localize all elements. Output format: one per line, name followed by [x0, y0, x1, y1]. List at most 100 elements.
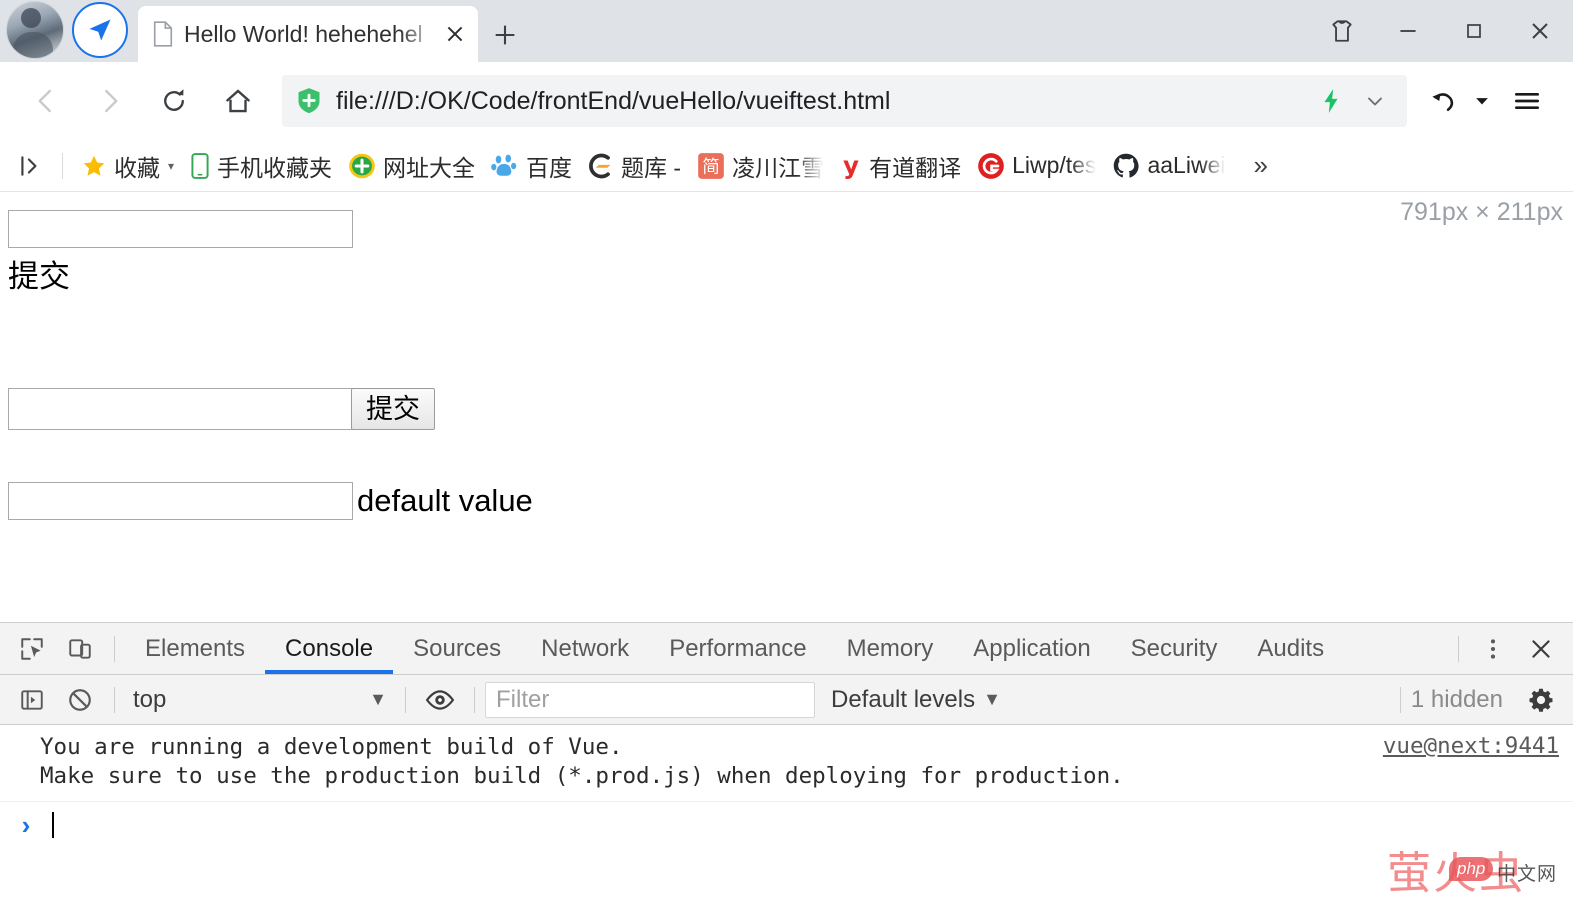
- phone-icon: [190, 152, 210, 179]
- form-row-1: 提交: [8, 210, 353, 292]
- chevron-down-icon[interactable]: [1353, 79, 1397, 123]
- text-input-3[interactable]: [8, 482, 353, 520]
- browser-window: Hello World! hehehehel file:///D:/OK/Cod…: [0, 0, 1573, 903]
- text-input-1[interactable]: [8, 210, 353, 248]
- divider: [114, 635, 115, 662]
- home-icon[interactable]: [206, 73, 270, 129]
- clear-console-icon[interactable]: [56, 678, 104, 722]
- caret-down-icon: ▼: [983, 689, 1001, 709]
- close-icon[interactable]: [1517, 627, 1565, 671]
- browser-toolbar: file:///D:/OK/Code/frontEnd/vueHello/vue…: [0, 62, 1573, 140]
- toolbar-right-actions: [1417, 73, 1559, 129]
- text-input-2[interactable]: [8, 388, 353, 430]
- browser-tab[interactable]: Hello World! hehehehel: [138, 6, 478, 62]
- submit-label-text: 提交: [8, 259, 70, 294]
- g-logo-icon: [977, 152, 1005, 180]
- devtools-panel: Elements Console Sources Network Perform…: [0, 622, 1573, 892]
- tab-elements[interactable]: Elements: [125, 623, 265, 674]
- bookmarks-overflow-button[interactable]: »: [1245, 150, 1275, 181]
- tab-performance[interactable]: Performance: [649, 623, 826, 674]
- divider: [474, 686, 475, 713]
- bookmark-item-aaliwei[interactable]: aaLiwei: [1104, 146, 1233, 186]
- tab-network[interactable]: Network: [521, 623, 649, 674]
- new-tab-button[interactable]: [478, 8, 532, 62]
- tab-memory[interactable]: Memory: [827, 623, 954, 674]
- star-icon: [81, 153, 107, 179]
- tab-console[interactable]: Console: [265, 623, 394, 674]
- avatar[interactable]: [6, 1, 64, 59]
- hamburger-menu-icon[interactable]: [1495, 73, 1559, 129]
- bookmark-item-hao123[interactable]: 网址大全: [340, 146, 483, 186]
- console-filter-input[interactable]: Filter: [485, 681, 815, 718]
- bookmark-item-liwp-test[interactable]: Liwp/tes: [969, 146, 1104, 186]
- execution-context-select[interactable]: top ▼: [125, 681, 395, 719]
- live-expression-eye-icon[interactable]: [416, 678, 464, 722]
- caret-down-icon: ▼: [369, 689, 387, 709]
- window-controls: [1309, 0, 1573, 62]
- reload-icon[interactable]: [142, 73, 206, 129]
- bookmarks-bar: 收藏 ▾ 手机收藏夹 网址大全 百度 题库 - 简 凌川江雪 y 有道翻译 Li…: [0, 140, 1573, 192]
- vertical-dots-icon[interactable]: [1469, 627, 1517, 671]
- bookmark-item-tiku[interactable]: 题库 -: [580, 146, 689, 186]
- prompt-arrow-icon: ›: [21, 809, 31, 840]
- console-source-link[interactable]: vue@next:9441: [1383, 733, 1559, 759]
- inspect-cursor-icon[interactable]: [8, 627, 56, 671]
- bookmark-label: Liwp/tes: [1012, 152, 1097, 178]
- divider: [62, 152, 63, 179]
- submit-button[interactable]: 提交: [351, 388, 435, 430]
- tab-security[interactable]: Security: [1111, 623, 1238, 674]
- page-icon: [152, 21, 174, 47]
- github-icon: [1112, 152, 1140, 180]
- console-message[interactable]: You are running a development build of V…: [0, 725, 1573, 802]
- undo-icon[interactable]: [1417, 73, 1469, 129]
- device-toolbar-icon[interactable]: [56, 627, 104, 671]
- lightning-icon[interactable]: [1309, 79, 1353, 123]
- close-icon[interactable]: [438, 17, 472, 51]
- devtools-tabbar: Elements Console Sources Network Perform…: [0, 623, 1573, 675]
- tab-application[interactable]: Application: [953, 623, 1110, 674]
- form-row-2: 提交: [8, 388, 435, 430]
- bookmark-item-youdao[interactable]: y 有道翻译: [832, 146, 969, 186]
- baidu-paw-icon: [491, 153, 519, 179]
- bookmark-label: 题库 -: [621, 154, 682, 181]
- execution-context-value: top: [133, 685, 167, 713]
- svg-text:简: 简: [702, 157, 720, 177]
- bookmark-item-favorites[interactable]: 收藏 ▾: [73, 146, 182, 186]
- sidebar-toggle-icon[interactable]: [8, 146, 52, 186]
- caret-down-icon[interactable]: [1469, 73, 1495, 129]
- divider: [114, 686, 115, 713]
- caret-down-icon[interactable]: ▾: [168, 159, 174, 173]
- bookmark-item-jianshu[interactable]: 简 凌川江雪: [689, 146, 832, 186]
- log-levels-select[interactable]: Default levels ▼: [831, 686, 1001, 714]
- hidden-messages-count[interactable]: 1 hidden: [1411, 686, 1503, 714]
- tab-audits[interactable]: Audits: [1237, 623, 1344, 674]
- close-icon[interactable]: [1507, 0, 1573, 62]
- forward-icon[interactable]: [78, 73, 142, 129]
- bookmark-label: 凌川江雪: [732, 154, 825, 181]
- log-levels-label: Default levels: [831, 685, 976, 713]
- console-sidebar-icon[interactable]: [8, 678, 56, 722]
- address-bar-url[interactable]: file:///D:/OK/Code/frontEnd/vueHello/vue…: [336, 87, 1309, 116]
- back-icon[interactable]: [14, 73, 78, 129]
- tshirt-icon[interactable]: [1309, 0, 1375, 62]
- plus-circle-icon: [348, 152, 376, 180]
- form-row-3: default value: [8, 482, 533, 520]
- green-shield-plus-icon: [296, 87, 322, 115]
- maximize-icon[interactable]: [1441, 0, 1507, 62]
- title-bar: Hello World! hehehehel: [0, 0, 1573, 62]
- bookmark-item-mobile-favorites[interactable]: 手机收藏夹: [182, 146, 340, 186]
- minimize-icon[interactable]: [1375, 0, 1441, 62]
- c-logo-icon: [588, 152, 614, 180]
- viewport-size-indicator: 791px × 211px: [1400, 198, 1563, 226]
- bookmark-label: 收藏: [114, 154, 160, 181]
- browser-logo-icon[interactable]: [72, 2, 128, 58]
- divider: [1458, 635, 1459, 662]
- console-toolbar: top ▼ Filter Default levels ▼ 1 hidden: [0, 675, 1573, 725]
- tab-sources[interactable]: Sources: [393, 623, 521, 674]
- address-bar[interactable]: file:///D:/OK/Code/frontEnd/vueHello/vue…: [282, 75, 1407, 127]
- console-prompt[interactable]: ›: [0, 802, 1573, 848]
- console-output[interactable]: You are running a development build of V…: [0, 725, 1573, 892]
- gear-icon[interactable]: [1517, 678, 1565, 722]
- bookmark-item-baidu[interactable]: 百度: [483, 146, 580, 186]
- divider: [1399, 686, 1401, 713]
